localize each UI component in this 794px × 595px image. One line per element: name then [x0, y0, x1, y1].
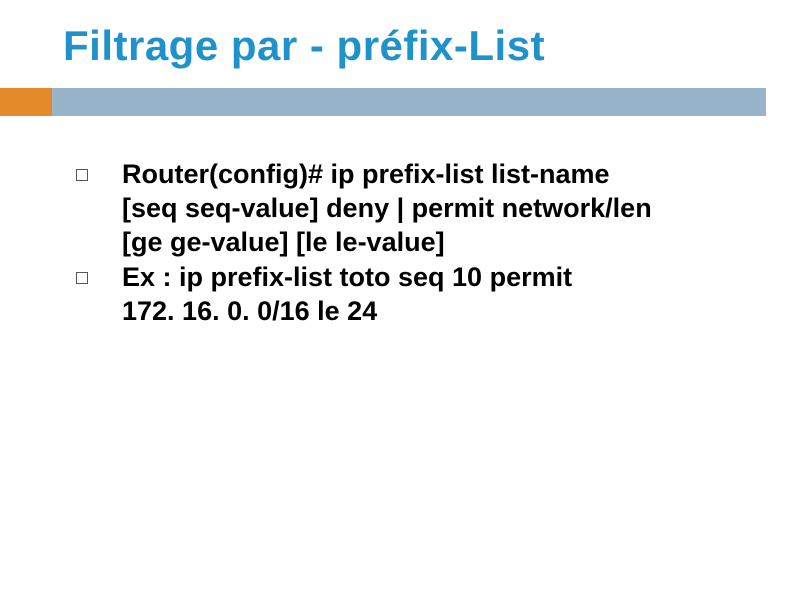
bullet-text-line: 172. 16. 0. 0/16 le 24 [122, 296, 377, 326]
square-bullet-icon [76, 272, 88, 284]
bullet-text-line: Ex : ip prefix-list toto seq 10 permit [122, 262, 572, 292]
list-item: Ex : ip prefix-list toto seq 10 permit 1… [76, 261, 734, 329]
accent-blue [52, 88, 766, 116]
list-item: Router(config)# ip prefix-list list-name… [76, 158, 734, 259]
bullet-text-line: [seq seq-value] deny | permit network/le… [122, 193, 652, 223]
bullet-text-line: [ge ge-value] [le le-value] [122, 227, 445, 257]
slide: Filtrage par - préfix-List Router(config… [0, 0, 794, 595]
divider-bar [0, 88, 794, 116]
square-bullet-icon [76, 169, 88, 181]
content-area: Router(config)# ip prefix-list list-name… [76, 158, 734, 331]
accent-orange [0, 88, 52, 116]
bullet-text-line: Router(config)# ip prefix-list list-name [122, 159, 610, 189]
slide-title: Filtrage par - préfix-List [63, 22, 545, 70]
